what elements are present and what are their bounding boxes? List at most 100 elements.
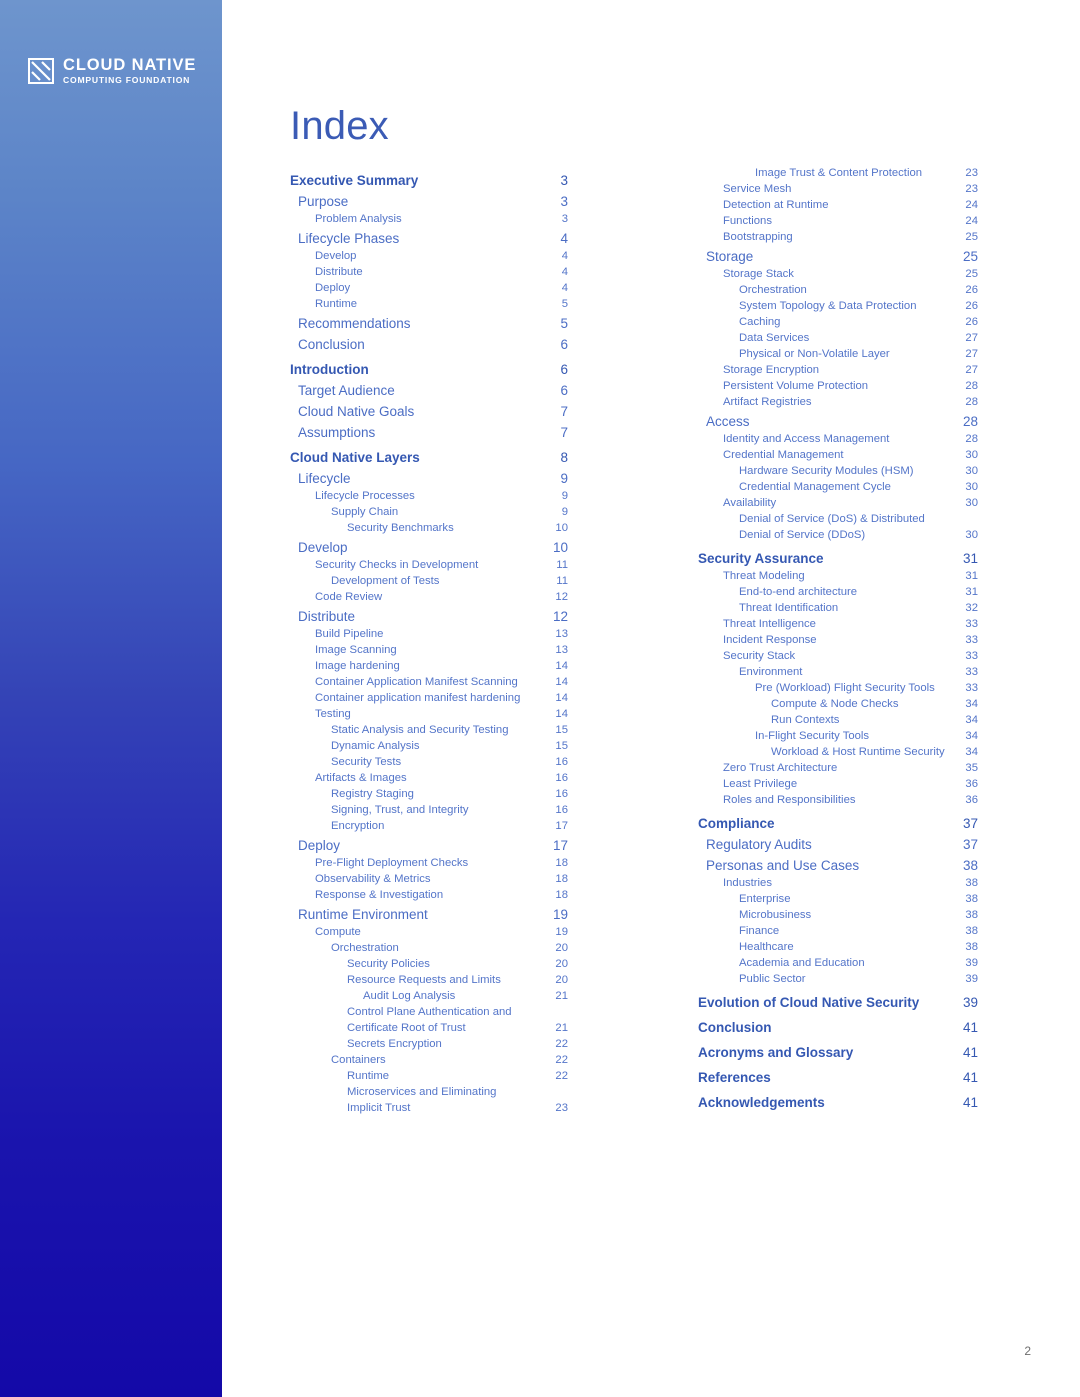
toc-entry[interactable]: Compute & Node Checks 34 [698, 698, 978, 710]
toc-entry[interactable]: Testing 14 [290, 708, 568, 720]
toc-entry[interactable]: Develop 4 [290, 250, 568, 262]
toc-entry[interactable]: Access 28 [698, 414, 978, 429]
toc-entry[interactable]: Orchestration 26 [698, 284, 978, 296]
toc-entry[interactable]: Signing, Trust, and Integrity 16 [290, 804, 568, 816]
toc-entry[interactable]: Artifact Registries 28 [698, 396, 978, 408]
toc-entry[interactable]: Orchestration 20 [290, 942, 568, 954]
toc-entry[interactable]: Purpose 3 [290, 194, 568, 209]
toc-entry[interactable]: Target Audience 6 [290, 383, 568, 398]
toc-entry[interactable]: Security Assurance 31 [698, 551, 978, 566]
toc-entry[interactable]: Persistent Volume Protection 28 [698, 380, 978, 392]
toc-entry[interactable]: Acronyms and Glossary 41 [698, 1045, 978, 1060]
toc-entry[interactable]: Security Policies 20 [290, 958, 568, 970]
toc-entry[interactable]: Problem Analysis 3 [290, 213, 568, 225]
toc-entry[interactable]: Security Checks in Development 11 [290, 559, 568, 571]
toc-entry[interactable]: In-Flight Security Tools 34 [698, 730, 978, 742]
toc-entry[interactable]: Identity and Access Management 28 [698, 433, 978, 445]
toc-entry[interactable]: Public Sector 39 [698, 973, 978, 985]
toc-entry[interactable]: Threat Identification 32 [698, 602, 978, 614]
toc-entry[interactable]: Runtime 5 [290, 298, 568, 310]
toc-entry[interactable]: Certificate Root of Trust 21 [290, 1022, 568, 1034]
toc-entry[interactable]: Code Review 12 [290, 591, 568, 603]
toc-entry[interactable]: Distribute 4 [290, 266, 568, 278]
toc-entry[interactable]: Workload & Host Runtime Security 34 [698, 746, 978, 758]
toc-entry[interactable]: Personas and Use Cases 38 [698, 858, 978, 873]
toc-entry[interactable]: Container application manifest hardening… [290, 692, 568, 704]
toc-entry[interactable]: Secrets Encryption 22 [290, 1038, 568, 1050]
toc-entry[interactable]: Build Pipeline 13 [290, 628, 568, 640]
toc-entry[interactable]: Resource Requests and Limits 20 [290, 974, 568, 986]
toc-entry[interactable]: Security Benchmarks 10 [290, 522, 568, 534]
toc-entry[interactable]: Environment 33 [698, 666, 978, 678]
toc-entry[interactable]: Development of Tests 11 [290, 575, 568, 587]
toc-entry[interactable]: Cloud Native Goals 7 [290, 404, 568, 419]
toc-entry[interactable]: Runtime 22 [290, 1070, 568, 1082]
toc-entry[interactable]: Implicit Trust 23 [290, 1102, 568, 1114]
toc-entry[interactable]: Incident Response 33 [698, 634, 978, 646]
toc-entry[interactable]: Credential Management 30 [698, 449, 978, 461]
toc-entry[interactable]: Introduction 6 [290, 362, 568, 377]
toc-entry[interactable]: Acknowledgements 41 [698, 1095, 978, 1110]
toc-entry[interactable]: Threat Intelligence 33 [698, 618, 978, 630]
toc-entry[interactable]: Deploy 4 [290, 282, 568, 294]
toc-entry[interactable]: Storage 25 [698, 249, 978, 264]
toc-entry[interactable]: Industries 38 [698, 877, 978, 889]
toc-entry[interactable]: Image hardening 14 [290, 660, 568, 672]
toc-entry[interactable]: Zero Trust Architecture 35 [698, 762, 978, 774]
toc-entry[interactable]: Lifecycle Phases 4 [290, 231, 568, 246]
toc-entry[interactable]: Supply Chain 9 [290, 506, 568, 518]
toc-entry[interactable]: Data Services 27 [698, 332, 978, 344]
toc-entry[interactable]: Hardware Security Modules (HSM) 30 [698, 465, 978, 477]
toc-entry[interactable]: Microbusiness 38 [698, 909, 978, 921]
toc-entry[interactable]: Storage Stack 25 [698, 268, 978, 280]
toc-entry[interactable]: Conclusion 6 [290, 337, 568, 352]
toc-entry[interactable]: Image Scanning 13 [290, 644, 568, 656]
toc-entry[interactable]: Registry Staging 16 [290, 788, 568, 800]
toc-entry[interactable]: Security Stack 33 [698, 650, 978, 662]
toc-entry[interactable]: Regulatory Audits 37 [698, 837, 978, 852]
toc-entry[interactable]: Assumptions 7 [290, 425, 568, 440]
toc-entry[interactable]: Credential Management Cycle 30 [698, 481, 978, 493]
toc-entry[interactable]: Availability 30 [698, 497, 978, 509]
toc-entry[interactable]: Functions 24 [698, 215, 978, 227]
toc-entry[interactable]: Enterprise 38 [698, 893, 978, 905]
toc-entry[interactable]: Distribute 12 [290, 609, 568, 624]
toc-entry[interactable]: Develop 10 [290, 540, 568, 555]
toc-entry[interactable]: Encryption 17 [290, 820, 568, 832]
toc-entry[interactable]: Physical or Non-Volatile Layer 27 [698, 348, 978, 360]
toc-entry[interactable]: Least Privilege 36 [698, 778, 978, 790]
toc-entry[interactable]: Threat Modeling 31 [698, 570, 978, 582]
toc-entry[interactable]: Denial of Service (DDoS) 30 [698, 529, 978, 541]
toc-entry[interactable]: Finance 38 [698, 925, 978, 937]
toc-entry[interactable]: Compliance 37 [698, 816, 978, 831]
toc-entry[interactable]: Compute 19 [290, 926, 568, 938]
toc-entry[interactable]: Detection at Runtime 24 [698, 199, 978, 211]
toc-entry[interactable]: Static Analysis and Security Testing 15 [290, 724, 568, 736]
toc-entry[interactable]: Academia and Education 39 [698, 957, 978, 969]
toc-entry[interactable]: Run Contexts 34 [698, 714, 978, 726]
toc-entry[interactable]: Conclusion 41 [698, 1020, 978, 1035]
toc-entry[interactable]: Roles and Responsibilities 36 [698, 794, 978, 806]
toc-entry[interactable]: Control Plane Authentication and [290, 1006, 568, 1018]
toc-entry[interactable]: Security Tests 16 [290, 756, 568, 768]
toc-entry[interactable]: Runtime Environment 19 [290, 907, 568, 922]
toc-entry[interactable]: Image Trust & Content Protection 23 [698, 167, 978, 179]
toc-entry[interactable]: Observability & Metrics 18 [290, 873, 568, 885]
toc-entry[interactable]: Bootstrapping 25 [698, 231, 978, 243]
toc-entry[interactable]: Caching 26 [698, 316, 978, 328]
toc-entry[interactable]: Artifacts & Images 16 [290, 772, 568, 784]
toc-entry[interactable]: Containers 22 [290, 1054, 568, 1066]
toc-entry[interactable]: References 41 [698, 1070, 978, 1085]
toc-entry[interactable]: Evolution of Cloud Native Security 39 [698, 995, 978, 1010]
toc-entry[interactable]: End-to-end architecture 31 [698, 586, 978, 598]
toc-entry[interactable]: Executive Summary 3 [290, 173, 568, 188]
toc-entry[interactable]: Storage Encryption 27 [698, 364, 978, 376]
toc-entry[interactable]: Microservices and Eliminating [290, 1086, 568, 1098]
toc-entry[interactable]: Dynamic Analysis 15 [290, 740, 568, 752]
toc-entry[interactable]: Denial of Service (DoS) & Distributed [698, 513, 978, 525]
toc-entry[interactable]: Lifecycle Processes 9 [290, 490, 568, 502]
toc-entry[interactable]: Container Application Manifest Scanning 1… [290, 676, 568, 688]
toc-entry[interactable]: Recommendations 5 [290, 316, 568, 331]
toc-entry[interactable]: Lifecycle 9 [290, 471, 568, 486]
toc-entry[interactable]: Pre-Flight Deployment Checks 18 [290, 857, 568, 869]
